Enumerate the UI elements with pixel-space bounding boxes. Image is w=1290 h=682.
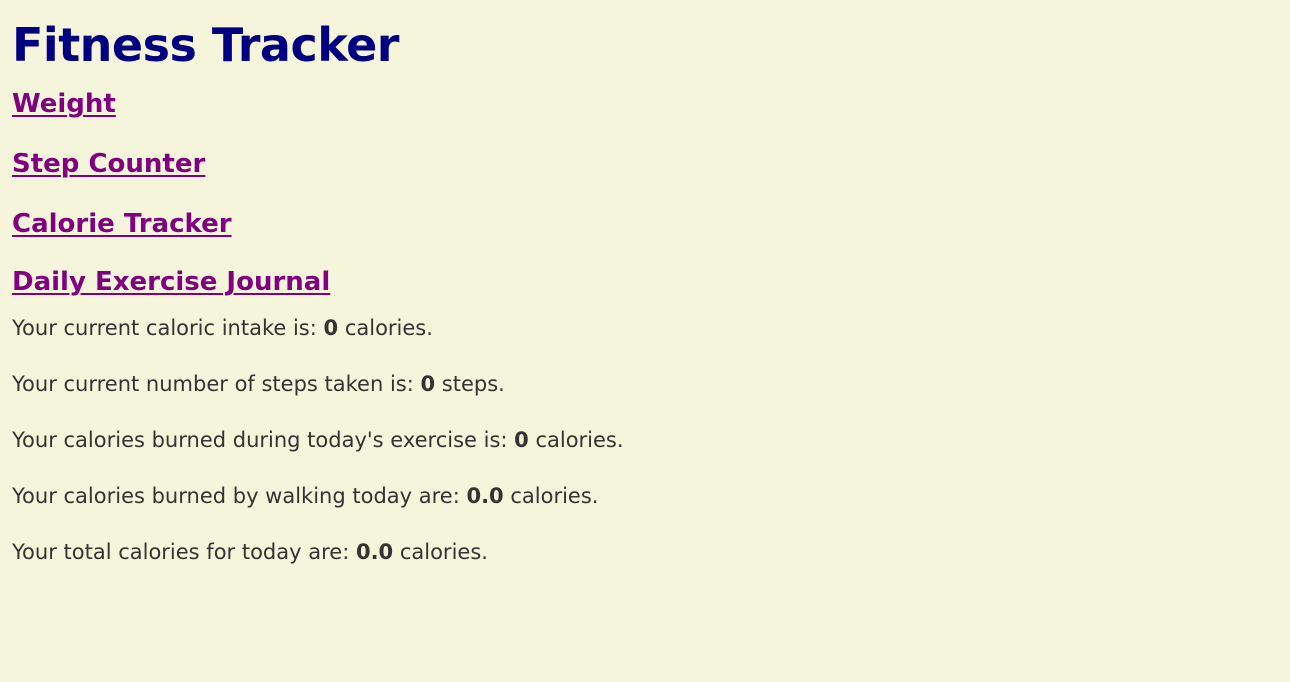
total-calories-value: 0.0 <box>355 540 394 564</box>
steps-taken-label: Your current number of steps taken is: <box>12 372 421 396</box>
caloric-intake-value: 0 <box>323 316 339 340</box>
caloric-intake-label: Your current caloric intake is: <box>12 316 324 340</box>
page-title: Fitness Tracker <box>12 18 399 72</box>
walking-calories-unit: calories. <box>503 484 599 508</box>
walking-calories-text: Your calories burned by walking today ar… <box>12 483 1278 509</box>
exercise-calories-text: Your calories burned during today's exer… <box>12 427 1278 453</box>
weight-link[interactable]: Weight <box>12 88 116 120</box>
steps-taken-text: Your current number of steps taken is: 0… <box>12 371 1278 397</box>
exercise-calories-value: 0 <box>514 428 529 452</box>
stats-summary: Your current caloric intake is: 0 calori… <box>12 315 1278 565</box>
exercise-calories-unit: calories. <box>528 428 624 452</box>
exercise-calories-label: Your calories burned during today's exer… <box>12 428 515 452</box>
caloric-intake-text: Your current caloric intake is: 0 calori… <box>12 315 1278 341</box>
daily-exercise-journal-link[interactable]: Daily Exercise Journal <box>12 266 330 298</box>
walking-calories-label: Your calories burned by walking today ar… <box>12 484 467 508</box>
total-calories-text: Your total calories for today are: 0.0 c… <box>12 539 1278 565</box>
steps-taken-value: 0 <box>420 372 436 396</box>
calorie-tracker-link[interactable]: Calorie Tracker <box>12 208 232 240</box>
total-calories-label: Your total calories for today are: <box>12 540 356 564</box>
page: Fitness Tracker Weight Step Counter Calo… <box>0 0 1290 575</box>
steps-taken-unit: steps. <box>435 372 505 396</box>
total-calories-unit: calories. <box>393 540 488 564</box>
walking-calories-value: 0.0 <box>466 484 504 508</box>
step-counter-link[interactable]: Step Counter <box>12 148 205 180</box>
nav-links: Weight Step Counter Calorie Tracker Dail… <box>12 88 1278 298</box>
caloric-intake-unit: calories. <box>338 316 433 340</box>
